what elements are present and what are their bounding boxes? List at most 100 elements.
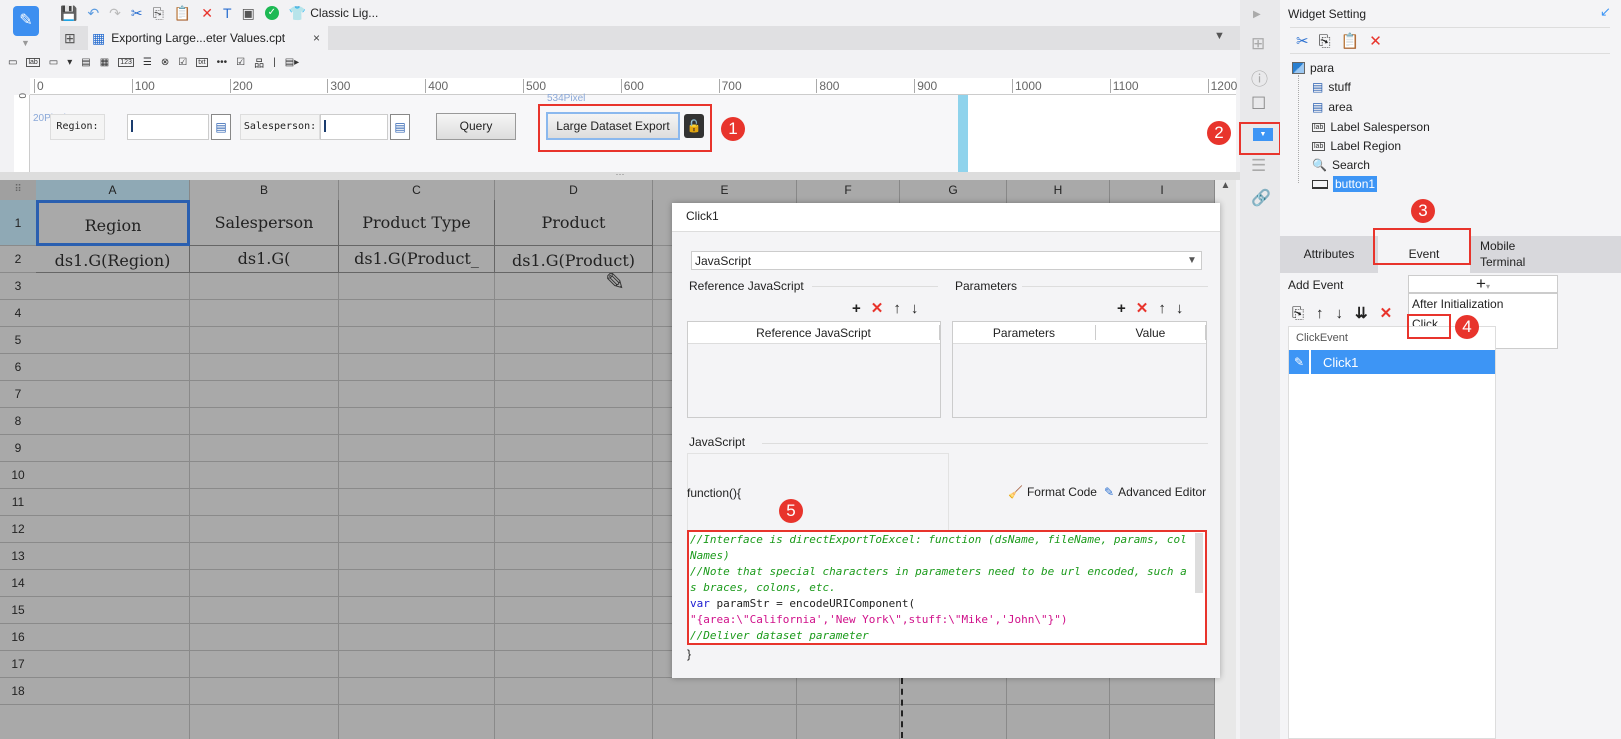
code-editor[interactable]: //Interface is directExportToExcel: func… <box>687 530 1207 645</box>
delete-icon[interactable]: ✕ <box>871 299 884 317</box>
widget-icon[interactable]: 品 <box>254 55 264 70</box>
cell-info-icon[interactable]: ⓘ <box>1251 65 1268 90</box>
row-header-17[interactable]: 17 <box>0 651 36 678</box>
arrow-down-icon[interactable]: ↓ <box>1176 300 1184 317</box>
row-header-12[interactable]: 12 <box>0 516 36 543</box>
row-header-2[interactable]: 2 <box>0 246 36 273</box>
column-header-G[interactable]: G <box>900 180 1007 200</box>
cell-C1[interactable]: Product Type <box>339 200 495 246</box>
widget-icon[interactable]: ••• <box>217 57 228 68</box>
menu-item-after-initialization[interactable]: After Initialization <box>1409 294 1557 314</box>
column-header-C[interactable]: C <box>339 180 495 200</box>
widget-icon[interactable]: txt <box>196 58 208 67</box>
tree-item-button1[interactable]: button1 <box>1312 176 1378 192</box>
preview-icon[interactable]: ▣ <box>242 5 255 22</box>
advanced-editor-button[interactable]: ✎ Advanced Editor <box>1104 485 1206 499</box>
tab-file[interactable]: ▦ Exporting Large...eter Values.cpt × <box>88 26 328 50</box>
tab-attributes[interactable]: Attributes <box>1280 236 1378 273</box>
widget-icon[interactable]: ▭ <box>49 57 58 68</box>
cell-attr-icon[interactable]: ⊞ <box>1251 34 1265 54</box>
event-item-click1[interactable]: ✎ Click1 <box>1289 350 1495 374</box>
arrow-down-icon[interactable]: ↓ <box>911 300 919 317</box>
delete-icon[interactable]: ✕ <box>1136 299 1149 317</box>
cell-D1[interactable]: Product <box>495 200 653 246</box>
arrow-up-icon[interactable]: ↑ <box>893 300 901 317</box>
select-all-corner[interactable]: ⠿ <box>0 180 36 200</box>
add-event-button[interactable]: +▾ <box>1408 275 1558 293</box>
column-header-F[interactable]: F <box>797 180 900 200</box>
app-logo[interactable]: ✎ <box>13 6 39 36</box>
tree-item-stuff[interactable]: ▤ stuff <box>1312 80 1351 94</box>
paste-icon[interactable]: 📋 <box>174 5 191 22</box>
redo-icon[interactable]: ↷ <box>109 5 121 22</box>
column-header-A[interactable]: A <box>36 180 190 200</box>
hyperlink-icon[interactable]: 🔗 <box>1251 188 1271 208</box>
row-header-7[interactable]: 7 <box>0 381 36 408</box>
format-code-button[interactable]: 🧹 Format Code <box>1008 485 1097 499</box>
undo-icon[interactable]: ↶ <box>87 5 99 22</box>
arrow-up-icon[interactable]: ↑ <box>1316 305 1324 322</box>
column-header-I[interactable]: I <box>1110 180 1215 200</box>
params-table[interactable]: Parameters Value <box>952 321 1207 418</box>
row-header-1[interactable]: 1 <box>0 200 36 246</box>
tab-menu-icon[interactable]: ▼ <box>1214 30 1225 42</box>
copy-icon[interactable]: ⎘ <box>153 5 164 22</box>
move-bottom-icon[interactable]: ⇊ <box>1355 304 1368 322</box>
arrow-down-icon[interactable]: ↓ <box>1336 305 1344 322</box>
row-header-8[interactable]: 8 <box>0 408 36 435</box>
widget-icon[interactable]: ▦ <box>100 57 109 68</box>
save-icon[interactable]: 💾 <box>60 5 77 22</box>
collapse-arrow-icon[interactable]: ▶ <box>1253 9 1261 20</box>
salesperson-dropdown-icon[interactable]: ▤ <box>390 114 410 140</box>
theme-label[interactable]: Classic Lig... <box>310 6 378 20</box>
pane-boundary[interactable] <box>958 95 968 172</box>
widget-icon[interactable]: ⊗ <box>161 57 169 68</box>
column-header-E[interactable]: E <box>653 180 797 200</box>
arrow-up-icon[interactable]: ↑ <box>1158 300 1166 317</box>
region-dropdown-icon[interactable]: ▤ <box>211 114 231 140</box>
cell-B2[interactable]: ds1.G( <box>190 246 339 273</box>
region-input[interactable] <box>127 114 209 140</box>
check-icon[interactable]: ✓ <box>264 6 279 20</box>
row-header-16[interactable]: 16 <box>0 624 36 651</box>
cell-B1[interactable]: Salesperson <box>190 200 339 246</box>
row-header-4[interactable]: 4 <box>0 300 36 327</box>
tree-item-area[interactable]: ▤ area <box>1312 100 1352 114</box>
new-sheet-icon[interactable]: ⊞ <box>64 30 76 47</box>
add-icon[interactable]: + <box>852 300 861 317</box>
widget-icon[interactable]: ☑ <box>236 57 245 68</box>
column-header-D[interactable]: D <box>495 180 653 200</box>
theme-icon[interactable]: 👕 <box>289 5 306 22</box>
tab-mobile-terminal[interactable]: Mobile Terminal <box>1480 236 1550 273</box>
code-scrollbar[interactable] <box>1195 533 1203 593</box>
pencil-icon[interactable]: ✎ <box>1289 350 1311 374</box>
widget-icon[interactable]: ▤ <box>81 57 90 68</box>
row-header-6[interactable]: 6 <box>0 354 36 381</box>
widget-icon[interactable]: ☰ <box>143 57 152 68</box>
row-header-10[interactable]: 10 <box>0 462 36 489</box>
close-tab-icon[interactable]: × <box>313 31 320 45</box>
row-header-5[interactable]: 5 <box>0 327 36 354</box>
row-header-11[interactable]: 11 <box>0 489 36 516</box>
widget-icon[interactable]: lab <box>26 58 40 67</box>
salesperson-input[interactable] <box>320 114 388 140</box>
text-search-icon[interactable]: T <box>223 5 232 21</box>
delete-icon[interactable]: ✕ <box>201 5 213 22</box>
column-header-H[interactable]: H <box>1007 180 1110 200</box>
ref-js-table[interactable]: Reference JavaScript <box>687 321 941 418</box>
frame-icon[interactable]: ☐ <box>1251 94 1266 114</box>
copy-icon[interactable]: ⎘ <box>1292 305 1304 322</box>
row-header-13[interactable]: 13 <box>0 543 36 570</box>
dock-icon[interactable]: ↙ <box>1600 4 1611 20</box>
cell-A1[interactable]: Region <box>36 200 190 246</box>
tree-item-search[interactable]: 🔍 Search <box>1312 158 1370 172</box>
widget-icon[interactable]: ▾ <box>67 57 72 68</box>
column-header-B[interactable]: B <box>190 180 339 200</box>
condition-icon[interactable]: ☰ <box>1251 156 1266 176</box>
widget-icon[interactable]: 123 <box>118 58 134 67</box>
row-header-15[interactable]: 15 <box>0 597 36 624</box>
language-select[interactable]: JavaScript ▼ <box>691 251 1202 270</box>
cell-D2[interactable]: ds1.G(Product) <box>495 246 653 273</box>
tree-item-label-salesperson[interactable]: lab Label Salesperson <box>1312 120 1430 134</box>
cell-C2[interactable]: ds1.G(Product_ <box>339 246 495 273</box>
